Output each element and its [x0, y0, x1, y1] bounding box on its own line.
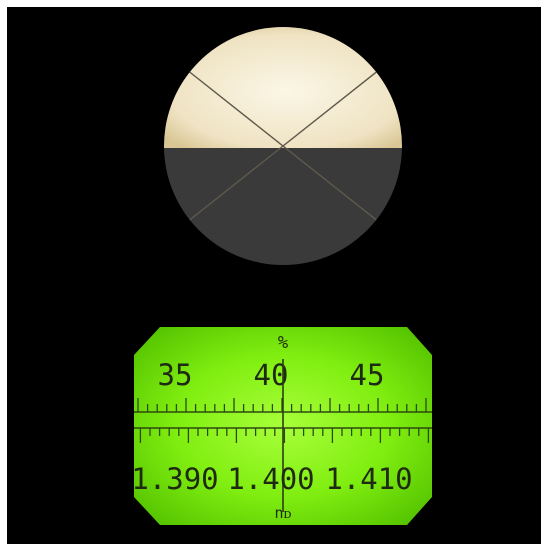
refractive-scale-panel: % 35 40 45 1.390 1.400 1.410 nᴅ: [131, 327, 432, 525]
eyepiece-bright-half: [164, 27, 402, 148]
refractometer-view: % 35 40 45 1.390 1.400 1.410 nᴅ: [131, 27, 432, 525]
index-label-1410: 1.410: [325, 462, 412, 496]
eyepiece-dark-half: [164, 148, 402, 265]
index-label-1390: 1.390: [131, 462, 218, 496]
image-frame: % 35 40 45 1.390 1.400 1.410 nᴅ: [7, 7, 541, 544]
percent-label-35: 35: [158, 358, 193, 392]
refractive-index-unit-label: nᴅ: [275, 504, 292, 522]
percent-label-45: 45: [350, 358, 385, 392]
eyepiece-field: [164, 27, 402, 265]
index-label-1400: 1.400: [227, 462, 314, 496]
percent-unit-label: %: [278, 333, 288, 353]
